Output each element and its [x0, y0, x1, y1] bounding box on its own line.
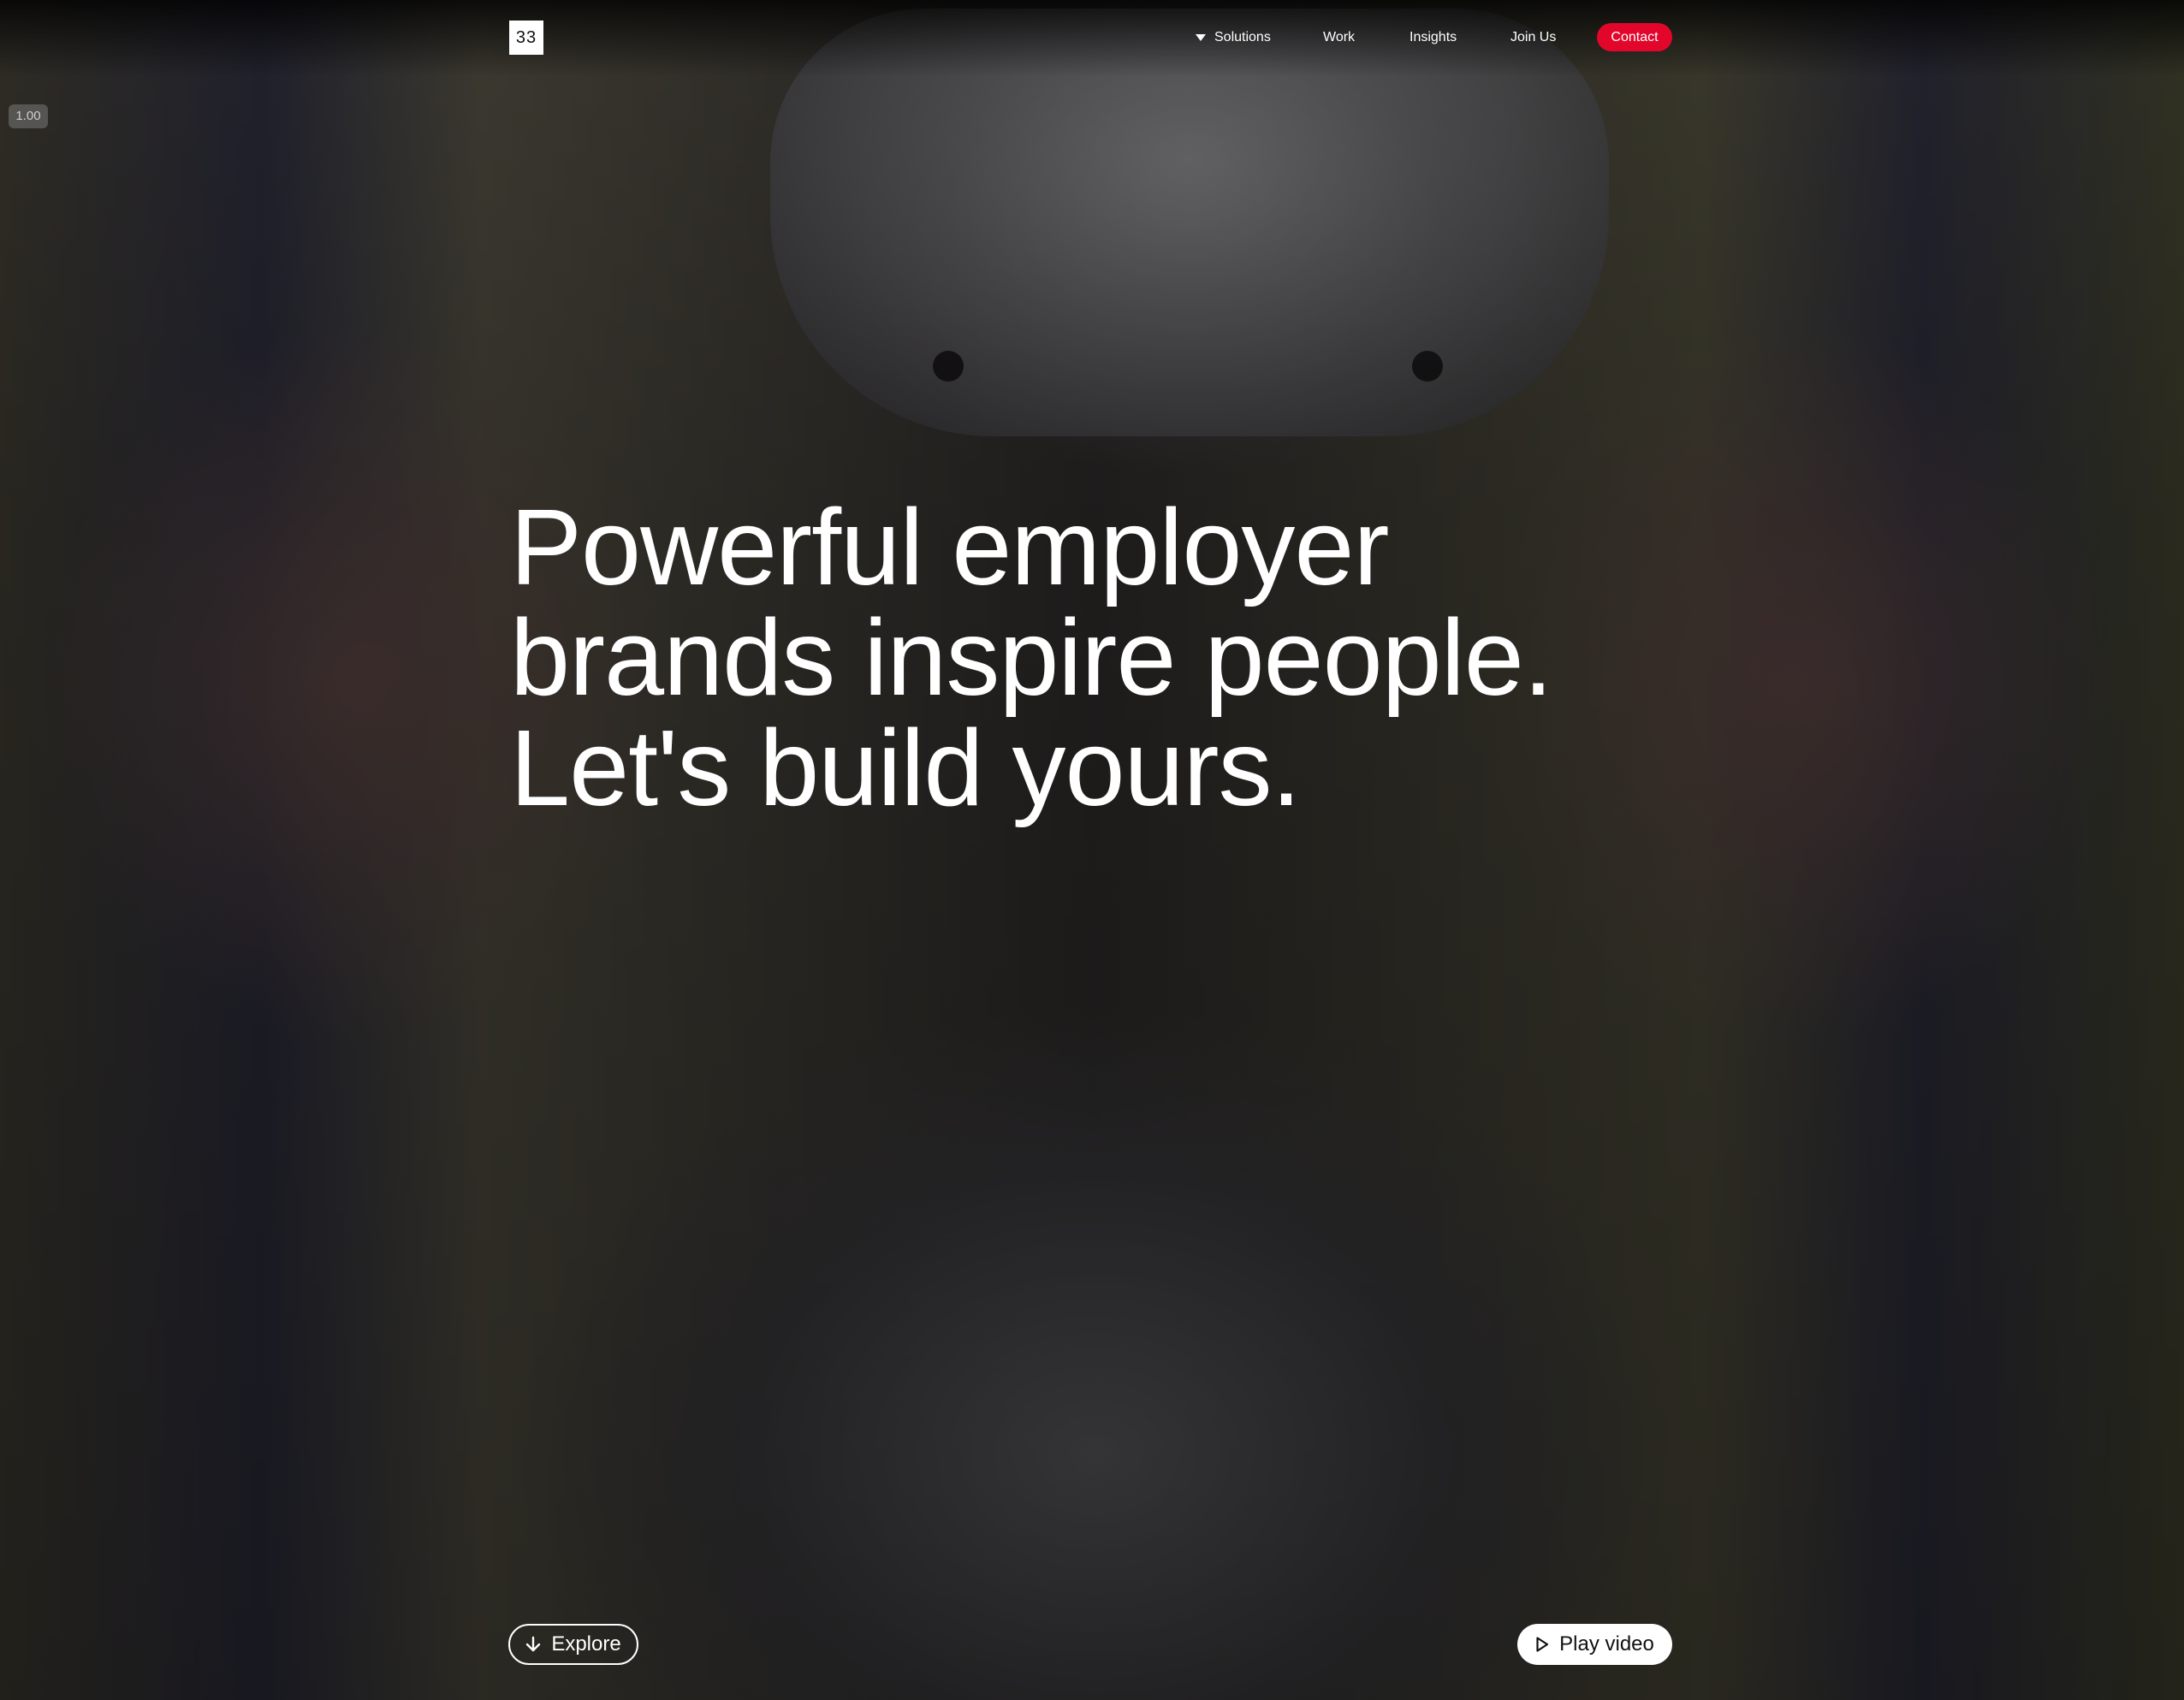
play-video-button[interactable]: Play video	[1517, 1624, 1672, 1665]
nav-item-join-us[interactable]: Join Us	[1510, 22, 1556, 53]
hero-background-video	[0, 0, 2184, 1700]
hero-section: 1.00 33 Solutions Work Insights Join Us …	[0, 0, 2184, 1700]
nav-item-solutions-label: Solutions	[1214, 30, 1271, 44]
nav-item-solutions[interactable]: Solutions	[1196, 22, 1271, 53]
vr-headset-shape	[770, 9, 1609, 436]
nav-item-work[interactable]: Work	[1323, 22, 1355, 53]
arrow-down-icon	[525, 1636, 541, 1653]
caret-down-icon	[1196, 34, 1206, 41]
hero-headline: Powerful employer brands inspire people.…	[510, 492, 1708, 823]
explore-button[interactable]: Explore	[508, 1624, 638, 1665]
logo[interactable]: 33	[509, 21, 543, 55]
contact-button[interactable]: Contact	[1597, 23, 1672, 51]
explore-button-label: Explore	[551, 1632, 621, 1656]
zoom-level-badge: 1.00	[9, 104, 48, 128]
headline-line: Let's build yours.	[510, 708, 1302, 828]
headline-line: Powerful employer	[510, 487, 1389, 607]
play-icon	[1535, 1636, 1549, 1653]
nav-item-insights[interactable]: Insights	[1410, 22, 1457, 53]
play-video-button-label: Play video	[1559, 1632, 1654, 1656]
headline-line: brands inspire people.	[510, 597, 1553, 718]
